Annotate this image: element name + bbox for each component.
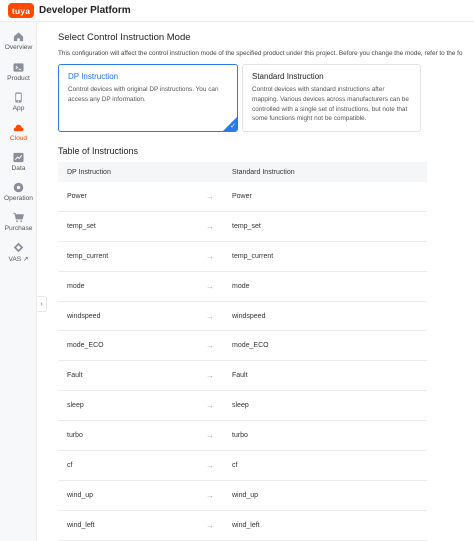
home-icon <box>13 32 24 42</box>
standard-instruction-cell: Fault <box>232 372 248 380</box>
sidebar-item-label: Overview <box>4 44 33 51</box>
dp-instruction-cell: mode_ECO <box>67 342 104 350</box>
arrow-right-icon: → <box>206 520 214 530</box>
arrow-right-icon: → <box>206 191 214 201</box>
dp-instruction-card[interactable]: DP Instruction Control devices with orig… <box>58 64 238 132</box>
dp-instruction-cell: windspeed <box>67 312 101 320</box>
sidebar-item-label: Data <box>11 165 26 172</box>
standard-instruction-cell: temp_current <box>232 252 274 260</box>
table-row: temp_current → temp_current <box>58 242 427 272</box>
card-title: DP Instruction <box>68 72 119 81</box>
table-row: turbo → turbo <box>58 421 427 452</box>
sidebar-item-product[interactable]: Product <box>0 62 37 92</box>
terminal-icon <box>13 63 24 72</box>
arrow-right-icon: → <box>206 460 214 470</box>
sidebar-item-label: Cloud <box>9 135 28 142</box>
table-row: mode_ECO → mode_ECO <box>58 331 427 362</box>
dp-instruction-cell: temp_set <box>67 222 96 230</box>
instruction-table: DP Instruction Standard Instruction Powe… <box>58 162 427 541</box>
mode-notice: This configuration will affect the contr… <box>58 50 463 57</box>
arrow-right-icon: → <box>206 311 214 321</box>
card-description: Control devices with original DP instruc… <box>68 86 219 103</box>
table-row: temp_set → temp_set <box>58 212 427 242</box>
sidebar-item-overview[interactable]: Overview <box>0 31 37 61</box>
dp-instruction-cell: Power <box>67 192 87 200</box>
standard-instruction-cell: cf <box>232 461 238 469</box>
arrow-right-icon: → <box>206 371 214 381</box>
sidebar-item-label: Operation <box>4 195 33 202</box>
top-bar: tuya Developer Platform <box>0 0 474 22</box>
table-row: cf → cf <box>58 451 427 481</box>
table-title: Table of Instructions <box>58 146 139 156</box>
arrow-right-icon: → <box>206 341 214 351</box>
sidebar-item-label: VAS ↗ <box>8 256 29 263</box>
table-row: Power → Power <box>58 182 427 212</box>
sidebar-item-label: Purchase <box>4 225 33 232</box>
app-title: Developer Platform <box>39 5 131 16</box>
sidebar-item-data[interactable]: Data <box>0 152 37 182</box>
standard-instruction-cell: mode <box>232 282 250 290</box>
vas-icon <box>13 242 24 253</box>
sidebar-item-label: Product <box>7 75 30 82</box>
sidebar-item-purchase[interactable]: Purchase <box>0 212 37 242</box>
dp-instruction-cell: temp_current <box>67 252 109 260</box>
table-body: Power → Power temp_set → temp_set temp_current… <box>58 182 427 541</box>
standard-instruction-cell: sleep <box>232 402 249 410</box>
cart-icon <box>13 212 24 223</box>
card-title: Standard Instruction <box>252 72 324 81</box>
arrow-right-icon: → <box>206 281 214 291</box>
standard-instruction-cell: turbo <box>232 432 248 440</box>
table-header: DP Instruction Standard Instruction <box>58 162 427 182</box>
standard-instruction-cell: Power <box>232 192 252 200</box>
arrow-right-icon: → <box>206 221 214 231</box>
dp-instruction-cell: Fault <box>67 372 83 380</box>
table-row: windspeed → windspeed <box>58 302 427 332</box>
column-header-dp: DP Instruction <box>67 168 111 176</box>
standard-instruction-card[interactable]: Standard Instruction Control devices wit… <box>242 64 421 132</box>
dp-instruction-cell: cf <box>67 461 73 469</box>
sidebar-item-vas[interactable]: VAS ↗ <box>0 242 37 272</box>
card-description: Control devices with standard instructio… <box>252 86 409 123</box>
main-content: Select Control Instruction Mode This con… <box>37 22 474 541</box>
table-row: mode → mode <box>58 272 427 302</box>
table-row: sleep → sleep <box>58 391 427 422</box>
table-row: wind_up → wind_up <box>58 481 427 511</box>
standard-instruction-cell: windspeed <box>232 312 266 320</box>
dp-instruction-cell: wind_left <box>67 521 95 529</box>
column-header-standard: Standard Instruction <box>232 168 295 176</box>
phone-icon <box>15 92 22 103</box>
dp-instruction-cell: sleep <box>67 402 84 410</box>
table-row: Fault → Fault <box>58 361 427 392</box>
arrow-right-icon: → <box>206 431 214 441</box>
sidebar-item-cloud[interactable]: Cloud <box>0 122 37 152</box>
tuya-logo[interactable]: tuya <box>8 3 34 18</box>
arrow-right-icon: → <box>206 251 214 261</box>
standard-instruction-cell: wind_up <box>232 491 259 499</box>
operation-icon <box>13 182 24 193</box>
arrow-right-icon: → <box>206 401 214 411</box>
sidebar: Overview Product App Cloud Data Operatio… <box>0 22 37 541</box>
checkmark-icon: ✓ <box>230 123 236 130</box>
standard-instruction-cell: wind_left <box>232 521 260 529</box>
standard-instruction-cell: mode_ECO <box>232 342 269 350</box>
standard-instruction-cell: temp_set <box>232 222 261 230</box>
dp-instruction-cell: turbo <box>67 432 83 440</box>
sidebar-item-label: App <box>12 105 25 112</box>
section-title: Select Control Instruction Mode <box>58 32 191 43</box>
chart-icon <box>13 152 24 163</box>
table-row: wind_left → wind_left <box>58 511 427 541</box>
dp-instruction-cell: mode <box>67 282 85 290</box>
arrow-right-icon: → <box>206 490 214 500</box>
sidebar-item-app[interactable]: App <box>0 92 37 122</box>
dp-instruction-cell: wind_up <box>67 491 94 499</box>
sidebar-item-operation[interactable]: Operation <box>0 182 37 212</box>
cloud-icon <box>13 124 24 132</box>
